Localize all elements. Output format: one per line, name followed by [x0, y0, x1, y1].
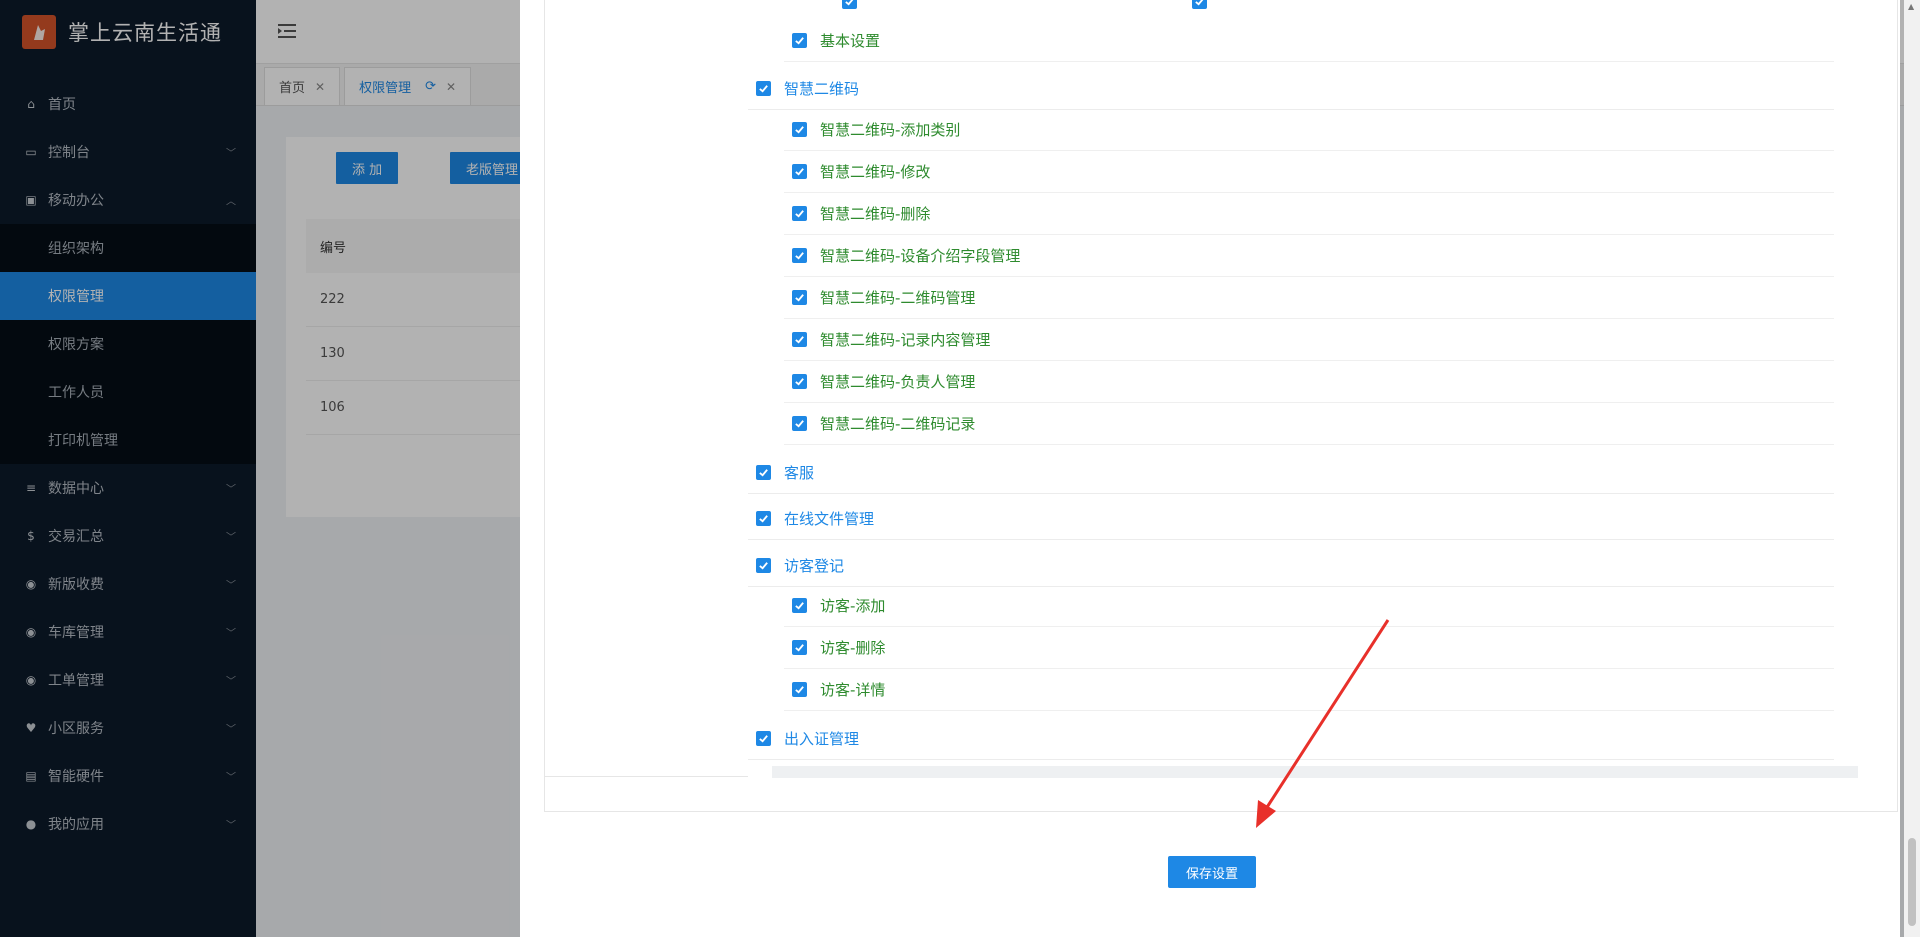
checkbox-checked-icon[interactable]: [792, 598, 807, 613]
checkbox-checked-icon[interactable]: [792, 206, 807, 221]
permission-modal: 基本设置智慧二维码智慧二维码-添加类别 智慧二维码-修改 智慧二维码-删除智慧二维码…: [520, 0, 1900, 937]
permission-row[interactable]: 智慧二维码-设备介绍字段管理: [784, 235, 1834, 277]
checkbox-checked-icon[interactable]: [756, 731, 771, 746]
checkbox-checked-icon[interactable]: [792, 33, 807, 48]
permission-row[interactable]: 智慧二维码-修改: [784, 151, 1834, 193]
permission-row[interactable]: 智慧二维码-添加类别: [784, 109, 1834, 151]
permission-label: 客服: [784, 464, 815, 482]
permission-label: 智慧二维码-二维码记录: [820, 415, 976, 433]
checkbox-checked-icon[interactable]: [792, 332, 807, 347]
checkbox-checked-icon[interactable]: [792, 682, 807, 697]
permission-label: 智慧二维码-负责人管理: [820, 373, 976, 391]
checkbox-checked-icon[interactable]: [756, 465, 771, 480]
permission-row[interactable]: 智慧二维码: [748, 68, 1834, 110]
page-scrollbar[interactable]: ▲: [1904, 0, 1920, 937]
permission-row[interactable]: 在线文件管理: [748, 498, 1834, 540]
partial-checkbox[interactable]: [842, 0, 857, 9]
checkbox-checked-icon[interactable]: [756, 511, 771, 526]
save-settings-button[interactable]: 保存设置: [1168, 856, 1256, 888]
checkbox-checked-icon: [842, 0, 857, 9]
permission-row[interactable]: 智慧二维码-负责人管理: [784, 361, 1834, 403]
permission-label: 智慧二维码-修改: [820, 163, 931, 181]
checkbox-checked-icon[interactable]: [792, 122, 807, 137]
divider: [544, 776, 748, 777]
scroll-up-icon[interactable]: ▲: [1908, 2, 1914, 11]
permission-row[interactable]: 智慧二维码-删除: [784, 193, 1834, 235]
checkbox-checked-icon[interactable]: [756, 558, 771, 573]
permission-row[interactable]: 客服: [748, 452, 1834, 494]
permission-label: 基本设置: [820, 32, 881, 50]
permission-row[interactable]: 访客-删除: [784, 627, 1834, 669]
permission-row[interactable]: 访客登记: [748, 545, 1834, 587]
permission-row[interactable]: 访客-添加: [784, 585, 1834, 627]
checkbox-checked-icon[interactable]: [792, 290, 807, 305]
permission-label: 智慧二维码-二维码管理: [820, 289, 976, 307]
permission-label: 在线文件管理: [784, 510, 875, 528]
scroll-thumb[interactable]: [1908, 838, 1916, 926]
permission-label: 访客-详情: [820, 681, 886, 699]
checkbox-checked-icon[interactable]: [792, 374, 807, 389]
permission-label: 智慧二维码-设备介绍字段管理: [820, 247, 1021, 265]
permission-label: 访客-添加: [820, 597, 886, 615]
checkbox-checked-icon[interactable]: [792, 164, 807, 179]
checkbox-checked-icon[interactable]: [756, 81, 771, 96]
permission-row[interactable]: 智慧二维码-二维码记录: [784, 403, 1834, 445]
permission-row[interactable]: 智慧二维码-记录内容管理: [784, 319, 1834, 361]
partial-checkbox[interactable]: [1192, 0, 1207, 9]
permission-label: 智慧二维码-删除: [820, 205, 931, 223]
checkbox-checked-icon[interactable]: [792, 640, 807, 655]
permission-label: 出入证管理: [784, 730, 860, 748]
permission-row[interactable]: 访客-详情: [784, 669, 1834, 711]
permission-label: 智慧二维码-记录内容管理: [820, 331, 991, 349]
permission-label: 访客登记: [784, 557, 845, 575]
permission-label: 智慧二维码-添加类别: [820, 121, 961, 139]
permission-label: 访客-删除: [820, 639, 886, 657]
permission-row[interactable]: 智慧二维码-二维码管理: [784, 277, 1834, 319]
permission-row[interactable]: 基本设置: [784, 20, 1834, 62]
checkbox-checked-icon[interactable]: [792, 248, 807, 263]
list-scroll-strip: [772, 766, 1858, 778]
permission-label: 智慧二维码: [784, 80, 860, 98]
permission-row[interactable]: 出入证管理: [748, 718, 1834, 760]
checkbox-checked-icon: [1192, 0, 1207, 9]
checkbox-checked-icon[interactable]: [792, 416, 807, 431]
